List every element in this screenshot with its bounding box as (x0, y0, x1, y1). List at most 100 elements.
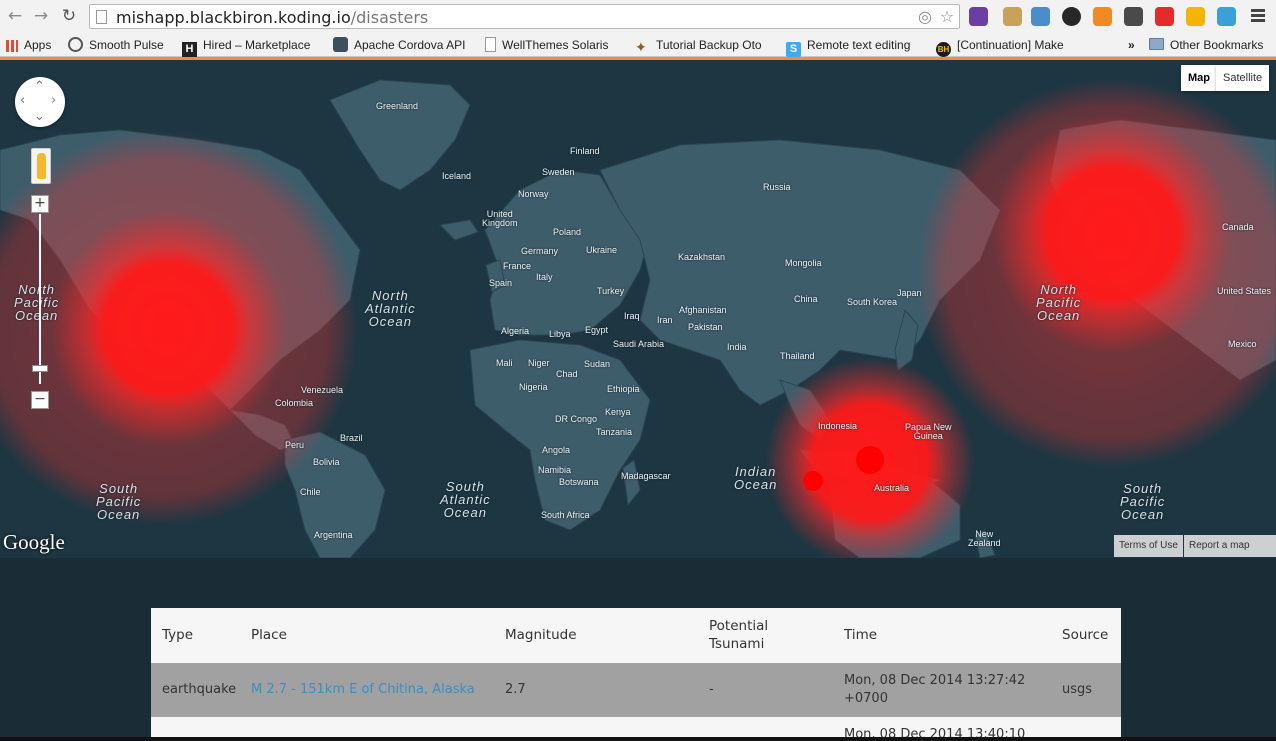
extension-icon[interactable] (1124, 7, 1143, 26)
heatmap-hotspot-americas (50, 210, 286, 446)
column-header-source: Source (1062, 627, 1109, 643)
map-label-ethiopia: Ethiopia (607, 384, 640, 394)
map-label-india: India (727, 342, 747, 352)
map-label-papua-new-guinea: Papua New Guinea (905, 422, 952, 441)
map-label-australia: Australia (874, 483, 910, 493)
map-label-south-africa: South Africa (541, 510, 590, 520)
apps-grid-icon (6, 40, 18, 52)
terms-of-use-link[interactable]: Terms of Use (1114, 535, 1183, 557)
url-text[interactable]: mishapp.blackbiron.koding.io/disasters (116, 8, 428, 27)
map-label-venezuela: Venezuela (301, 385, 344, 395)
address-bar[interactable]: mishapp.blackbiron.koding.io/disasters ◎… (89, 4, 960, 29)
map-label-madagascar: Madagascar (621, 471, 671, 481)
map-label-angola: Angola (542, 445, 571, 455)
map-label-afghanistan: Afghanistan (679, 305, 727, 315)
map-label-greenland: Greenland (376, 101, 419, 111)
chrome-menu-icon[interactable] (1251, 9, 1265, 24)
bookmark-star-icon[interactable]: ☆ (938, 8, 956, 26)
ocean-label-north-atlantic-ocean: North Atlantic Ocean (365, 288, 416, 329)
map-label-turkey: Turkey (597, 286, 625, 296)
heatmap-point-indonesia-1 (856, 446, 884, 474)
hired-icon: H (182, 42, 197, 57)
map-label-china: China (794, 294, 818, 304)
extension-icon[interactable] (969, 7, 988, 26)
map-label-iceland: Iceland (442, 171, 472, 181)
map-label-south-korea: South Korea (847, 297, 898, 307)
column-header-place: Place (251, 627, 287, 643)
disaster-map[interactable]: Greenland Finland Iceland Sweden Norway Russi… (0, 60, 1276, 558)
extension-icon[interactable] (1031, 7, 1050, 26)
bookmark-hired[interactable]: H Hired – Marketplace (182, 37, 310, 57)
map-label-united-kingdom: United Kingdom (482, 209, 518, 228)
map-label-colombia: Colombia (275, 398, 314, 408)
bookmarks-bar: Apps Smooth Pulse H Hired – Marketplace A… (0, 33, 1276, 57)
pan-down-icon[interactable]: ⌄ (34, 109, 45, 124)
cell-magnitude: 2.7 (505, 682, 526, 697)
map-label-japan: Japan (897, 288, 922, 298)
cell-time: Mon, 08 Dec 2014 13:40:10 (844, 727, 1026, 737)
location-target-icon[interactable]: ◎ (916, 8, 934, 26)
bookmark-continuation[interactable]: BH [Continuation] Make (936, 37, 1064, 57)
pan-left-icon[interactable]: ‹ (20, 93, 25, 108)
map-label-egypt: Egypt (585, 325, 609, 335)
back-arrow-icon[interactable]: ← (5, 6, 25, 26)
map-label-finland: Finland (570, 146, 600, 156)
simplenote-icon: S (786, 42, 801, 57)
folder-icon (1149, 38, 1164, 50)
bookmark-tutorial[interactable]: ✦ Tutorial Backup Oto (635, 37, 762, 56)
extension-icon[interactable] (1093, 7, 1112, 26)
pan-up-icon[interactable]: ⌃ (34, 79, 45, 94)
map-label-argentina: Argentina (314, 530, 353, 540)
zoom-slider-track[interactable] (39, 214, 41, 384)
map-label-spain: Spain (489, 278, 513, 288)
map-label-norway: Norway (518, 189, 549, 199)
pan-control[interactable]: ⌃ ⌄ ‹ › (15, 77, 65, 127)
forward-arrow-icon[interactable]: → (31, 6, 51, 26)
bookmark-remote-text[interactable]: S Remote text editing (786, 37, 910, 57)
cell-place-link[interactable]: M 2.7 - 151km E of Chitina, Alaska (251, 681, 475, 699)
reload-icon[interactable]: ↻ (59, 6, 79, 26)
map-label-algeria: Algeria (501, 326, 530, 336)
map-label-russia: Russia (763, 182, 791, 192)
table-row[interactable]: earthquake M 2.7 - 151km E of Chitina, A… (151, 663, 1121, 717)
map-label-libya: Libya (549, 329, 571, 339)
bookmark-apps[interactable]: Apps (6, 37, 51, 53)
extension-icon[interactable] (1217, 7, 1236, 26)
table-row[interactable]: Mon, 08 Dec 2014 13:40:10 (151, 717, 1121, 737)
zoom-in-button[interactable]: + (31, 195, 49, 213)
map-label-botswana: Botswana (559, 477, 599, 487)
extension-icon[interactable] (1062, 7, 1081, 26)
zoom-out-button[interactable]: − (31, 391, 49, 409)
map-type-map-button[interactable]: Map (1181, 65, 1217, 91)
map-label-mexico: Mexico (1228, 339, 1257, 349)
map-label-indonesia: Indonesia (818, 421, 858, 431)
bookmark-cordova[interactable]: Apache Cordova API (333, 37, 465, 53)
ocean-label-south-atlantic-ocean: South Atlantic Ocean (440, 479, 491, 520)
map-label-ukraine: Ukraine (586, 245, 618, 255)
browser-toolbar: ← → ↻ mishapp.blackbiron.koding.io/disas… (0, 0, 1276, 33)
ocean-label-south-pacific-ocean: South Pacific Ocean (1120, 481, 1166, 522)
world-basemap (0, 78, 1276, 558)
bookmark-wellthemes[interactable]: WellThemes Solaris (485, 37, 608, 53)
map-label-peru: Peru (285, 440, 305, 450)
extension-icon[interactable] (1186, 7, 1205, 26)
map-type-satellite-button[interactable]: Satellite (1216, 65, 1270, 91)
bookmark-smooth-pulse[interactable]: Smooth Pulse (68, 37, 164, 53)
map-label-united-states: United States (1217, 286, 1272, 296)
extension-icon[interactable] (1155, 7, 1174, 26)
other-bookmarks-folder[interactable]: Other Bookmarks (1149, 37, 1263, 53)
map-label-mali: Mali (496, 358, 513, 368)
column-header-magnitude: Magnitude (505, 627, 577, 643)
map-label-tanzania: Tanzania (596, 427, 633, 437)
bookmarks-overflow-button[interactable]: » (1128, 37, 1135, 53)
extension-icon[interactable] (1003, 7, 1022, 26)
zoom-slider-thumb[interactable] (32, 365, 48, 372)
map-label-nigeria: Nigeria (519, 382, 548, 392)
report-map-error-link[interactable]: Report a map error (1184, 535, 1276, 557)
bh-icon: BH (936, 42, 951, 57)
street-view-pegman-icon[interactable] (31, 148, 51, 184)
pan-right-icon[interactable]: › (51, 93, 56, 108)
map-label-kazakhstan: Kazakhstan (678, 252, 726, 262)
map-label-namibia: Namibia (538, 465, 572, 475)
smooth-pulse-icon (68, 37, 83, 52)
